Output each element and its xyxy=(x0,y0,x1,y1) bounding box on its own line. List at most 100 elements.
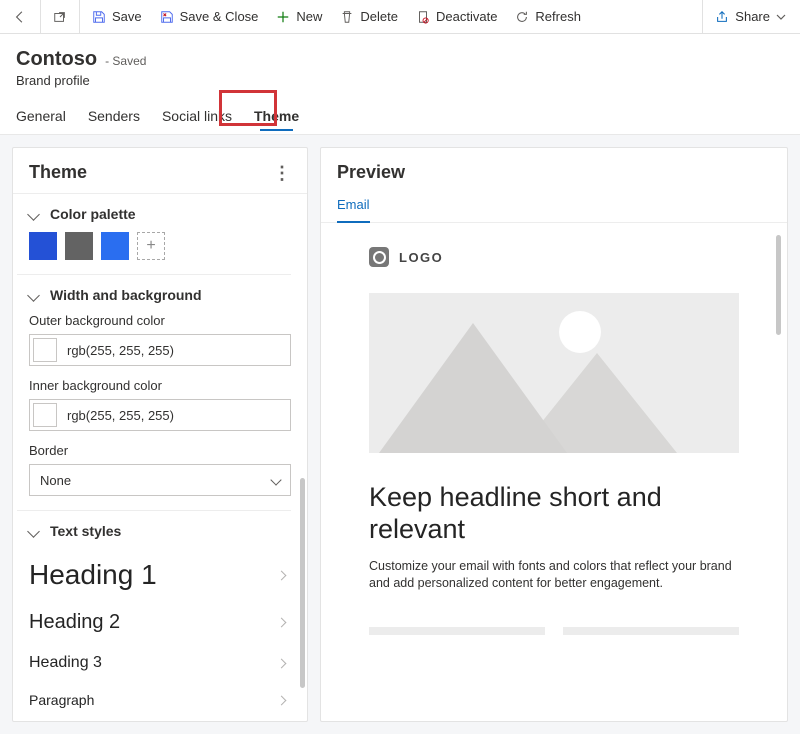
separator xyxy=(702,0,703,34)
email-columns xyxy=(339,607,769,635)
new-button[interactable]: New xyxy=(268,2,330,32)
chevron-right-icon xyxy=(277,618,287,628)
open-new-window-button[interactable] xyxy=(45,2,75,32)
border-dropdown[interactable]: None xyxy=(29,464,291,496)
text-style-label: Heading 3 xyxy=(29,654,102,672)
preview-panel: Preview Email LOGO Keep headline short a… xyxy=(320,147,788,722)
separator xyxy=(40,0,41,34)
refresh-icon xyxy=(515,10,529,24)
open-new-window-icon xyxy=(53,10,67,24)
new-label: New xyxy=(296,9,322,24)
email-logo-row: LOGO xyxy=(339,237,769,293)
save-close-icon xyxy=(160,10,174,24)
share-label: Share xyxy=(735,9,770,24)
outer-bg-input[interactable]: rgb(255, 255, 255) xyxy=(29,334,291,366)
delete-button[interactable]: Delete xyxy=(332,2,406,32)
inner-bg-value: rgb(255, 255, 255) xyxy=(67,408,174,423)
inner-bg-swatch[interactable] xyxy=(33,403,57,427)
scrollbar-thumb[interactable] xyxy=(776,235,781,335)
delete-label: Delete xyxy=(360,9,398,24)
command-bar: Save Save & Close New Delete Deactivate … xyxy=(0,0,800,34)
email-col-placeholder xyxy=(563,627,739,635)
plus-icon xyxy=(276,10,290,24)
email-preview: LOGO Keep headline short and relevant Cu… xyxy=(339,237,769,635)
section-toggle-width-background[interactable]: Width and background xyxy=(29,287,291,303)
save-label: Save xyxy=(112,9,142,24)
text-style-paragraph[interactable]: Paragraph xyxy=(29,682,291,710)
text-style-label: Heading 1 xyxy=(29,559,157,591)
page-title: Contoso xyxy=(16,48,97,71)
outer-bg-label: Outer background color xyxy=(29,313,291,328)
save-status: - Saved xyxy=(105,54,146,68)
outer-bg-swatch[interactable] xyxy=(33,338,57,362)
section-label: Width and background xyxy=(50,287,202,303)
preview-panel-title: Preview xyxy=(337,162,405,183)
chevron-down-icon xyxy=(29,206,40,222)
share-button[interactable]: Share xyxy=(707,2,794,32)
record-header: Contoso - Saved Brand profile xyxy=(0,34,800,88)
section-color-palette: Color palette + xyxy=(17,194,291,275)
palette-swatch-3[interactable] xyxy=(101,232,129,260)
tab-general[interactable]: General xyxy=(16,102,66,134)
more-button[interactable]: ⋮ xyxy=(273,169,291,177)
text-style-label: Paragraph xyxy=(29,692,94,708)
section-label: Text styles xyxy=(50,523,121,539)
save-icon xyxy=(92,10,106,24)
refresh-button[interactable]: Refresh xyxy=(507,2,589,32)
email-headline: Keep headline short and relevant xyxy=(369,481,739,546)
text-style-heading-3[interactable]: Heading 3 xyxy=(29,644,291,682)
palette-swatch-1[interactable] xyxy=(29,232,57,260)
refresh-label: Refresh xyxy=(535,9,581,24)
save-close-button[interactable]: Save & Close xyxy=(152,2,267,32)
record-tabs: General Senders Social links Theme xyxy=(0,102,800,134)
trash-icon xyxy=(340,10,354,24)
deactivate-icon xyxy=(416,10,430,24)
outer-bg-value: rgb(255, 255, 255) xyxy=(67,343,174,358)
border-value: None xyxy=(40,473,71,488)
theme-panel-body: Color palette + Width and background Out… xyxy=(13,193,307,721)
theme-panel: Theme ⋮ Color palette + xyxy=(12,147,308,722)
border-label: Border xyxy=(29,443,291,458)
inner-bg-input[interactable]: rgb(255, 255, 255) xyxy=(29,399,291,431)
logo-text: LOGO xyxy=(399,250,443,265)
theme-panel-title: Theme xyxy=(29,162,87,183)
deactivate-button[interactable]: Deactivate xyxy=(408,2,505,32)
record-subtitle: Brand profile xyxy=(16,73,784,88)
email-body: Customize your email with fonts and colo… xyxy=(369,558,739,593)
inner-bg-label: Inner background color xyxy=(29,378,291,393)
email-hero-image xyxy=(369,293,739,453)
text-style-label: Heading 2 xyxy=(29,611,120,634)
chevron-down-icon xyxy=(270,474,281,485)
chevron-right-icon xyxy=(277,570,287,580)
email-col-placeholder xyxy=(369,627,545,635)
section-toggle-color-palette[interactable]: Color palette xyxy=(29,206,291,222)
chevron-down-icon xyxy=(776,10,786,24)
text-style-heading-1[interactable]: Heading 1 xyxy=(29,549,291,601)
palette-swatch-2[interactable] xyxy=(65,232,93,260)
plus-icon: + xyxy=(146,237,155,255)
section-width-background: Width and background Outer background co… xyxy=(17,275,291,511)
scrollbar-thumb[interactable] xyxy=(300,478,305,688)
section-label: Color palette xyxy=(50,206,136,222)
chevron-right-icon xyxy=(277,695,287,705)
back-button[interactable] xyxy=(6,2,36,32)
tab-social-links[interactable]: Social links xyxy=(162,102,232,134)
share-icon xyxy=(715,10,729,24)
workspace: Theme ⋮ Color palette + xyxy=(0,134,800,734)
chevron-down-icon xyxy=(29,523,40,539)
logo-icon xyxy=(369,247,389,267)
text-style-heading-2[interactable]: Heading 2 xyxy=(29,601,291,644)
separator xyxy=(79,0,80,34)
section-toggle-text-styles[interactable]: Text styles xyxy=(29,523,291,539)
tab-senders[interactable]: Senders xyxy=(88,102,140,134)
deactivate-label: Deactivate xyxy=(436,9,497,24)
save-close-label: Save & Close xyxy=(180,9,259,24)
preview-tab-email[interactable]: Email xyxy=(337,193,370,222)
chevron-down-icon xyxy=(29,287,40,303)
tab-theme[interactable]: Theme xyxy=(254,102,299,134)
chevron-right-icon xyxy=(277,658,287,668)
save-button[interactable]: Save xyxy=(84,2,150,32)
section-text-styles: Text styles Heading 1 Heading 2 Heading … xyxy=(17,511,291,721)
add-swatch-button[interactable]: + xyxy=(137,232,165,260)
preview-body: LOGO Keep headline short and relevant Cu… xyxy=(321,223,787,721)
